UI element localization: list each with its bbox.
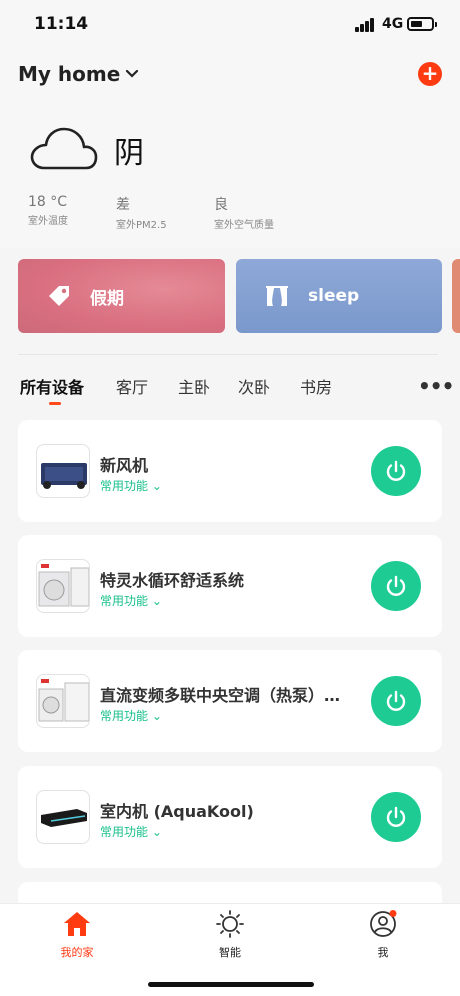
device-shortcut-label: 常用功能 — [100, 709, 149, 723]
battery-icon — [407, 17, 437, 31]
weather-stat-label: 室外PM2.5 — [116, 220, 167, 231]
nav-me[interactable]: 我 — [353, 910, 413, 960]
tab-master-bedroom[interactable]: 主卧 — [178, 374, 210, 398]
curtain-icon — [266, 286, 288, 306]
tab-all-devices[interactable]: 所有设备 — [20, 374, 84, 398]
tag-icon — [49, 286, 69, 306]
device-image — [36, 444, 90, 498]
signal-icon — [355, 18, 377, 32]
network-label: 4G — [382, 16, 404, 32]
device-card[interactable]: 新风机 常用功能 ⌄ — [18, 420, 442, 522]
scene-card-sleep[interactable]: sleep — [236, 259, 442, 333]
device-card[interactable]: 直流变频多联中央空调（热泵）… 常用功能 ⌄ — [18, 650, 442, 752]
device-image — [36, 559, 90, 613]
device-shortcut[interactable]: 常用功能 ⌄ — [100, 823, 162, 840]
weather-stat-label: 室外温度 — [28, 216, 68, 227]
power-button[interactable] — [371, 792, 421, 842]
nav-label: 智能 — [219, 946, 241, 959]
nav-smart[interactable]: 智能 — [200, 910, 260, 960]
chevron-down-icon: ⌄ — [151, 594, 162, 608]
device-card[interactable]: 室内机 (AquaKool) 常用功能 ⌄ — [18, 766, 442, 868]
power-icon — [386, 806, 406, 827]
sun-icon — [216, 910, 244, 938]
home-icon — [64, 912, 90, 936]
status-bar: 11:14 4G — [0, 0, 460, 50]
device-name: 特灵水循环舒适系统 — [100, 571, 245, 590]
weather-panel: 阴 18 °C 室外温度 差 室外PM2.5 良 室外空气质量 — [0, 98, 460, 248]
weather-stat-value: 差 — [116, 197, 130, 213]
nav-label: 我的家 — [60, 946, 94, 959]
power-button[interactable] — [371, 676, 421, 726]
power-button[interactable] — [371, 561, 421, 611]
nav-label: 我 — [377, 946, 389, 959]
device-image — [36, 790, 90, 844]
weather-stat-label: 室外空气质量 — [214, 220, 274, 231]
home-selector[interactable]: My home — [18, 62, 139, 86]
device-name: 室内机 (AquaKool) — [100, 802, 254, 821]
scene-card-partial[interactable] — [452, 259, 460, 333]
cloud-icon — [30, 127, 98, 170]
header: My home + — [0, 50, 460, 98]
device-shortcut-label: 常用功能 — [100, 825, 149, 839]
chevron-down-icon: ⌄ — [151, 479, 162, 493]
add-button[interactable]: + — [418, 62, 442, 86]
power-icon — [386, 460, 406, 481]
room-tabs: 所有设备 客厅 主卧 次卧 书房 ••• — [0, 366, 460, 410]
scene-label: sleep — [308, 286, 360, 306]
weather-stat-temperature: 18 °C 室外温度 — [28, 194, 68, 227]
weather-stat-air-quality: 良 室外空气质量 — [214, 194, 274, 231]
tab-indicator — [49, 402, 61, 405]
power-button[interactable] — [371, 446, 421, 496]
device-shortcut-label: 常用功能 — [100, 594, 149, 608]
device-image — [36, 674, 90, 728]
tab-study[interactable]: 书房 — [300, 374, 332, 398]
chevron-down-icon: ⌄ — [151, 709, 162, 723]
device-card[interactable]: 特灵水循环舒适系统 常用功能 ⌄ — [18, 535, 442, 637]
scene-card-holiday[interactable]: 假期 — [18, 259, 225, 333]
weather-stat-value: 良 — [214, 197, 228, 213]
home-title: My home — [18, 62, 121, 86]
home-indicator — [148, 982, 314, 987]
power-icon — [386, 690, 406, 711]
status-time: 11:14 — [34, 14, 89, 34]
power-icon — [386, 575, 406, 596]
chevron-down-icon — [126, 70, 139, 78]
weather-stat-pm25: 差 室外PM2.5 — [116, 194, 167, 231]
chevron-down-icon: ⌄ — [151, 825, 162, 839]
device-shortcut[interactable]: 常用功能 ⌄ — [100, 707, 162, 724]
divider — [18, 354, 438, 355]
weather-stat-value: 18 °C — [28, 194, 68, 210]
device-name: 新风机 — [100, 456, 149, 475]
tab-second-bedroom[interactable]: 次卧 — [238, 374, 270, 398]
tab-living-room[interactable]: 客厅 — [116, 374, 148, 398]
device-shortcut[interactable]: 常用功能 ⌄ — [100, 592, 162, 609]
device-shortcut-label: 常用功能 — [100, 479, 149, 493]
device-name: 直流变频多联中央空调（热泵）… — [100, 686, 341, 705]
more-icon[interactable]: ••• — [418, 374, 454, 398]
weather-condition: 阴 — [114, 136, 144, 171]
scene-label: 假期 — [90, 288, 124, 309]
device-shortcut[interactable]: 常用功能 ⌄ — [100, 477, 162, 494]
user-icon — [370, 910, 397, 937]
nav-my-home[interactable]: 我的家 — [47, 910, 107, 960]
